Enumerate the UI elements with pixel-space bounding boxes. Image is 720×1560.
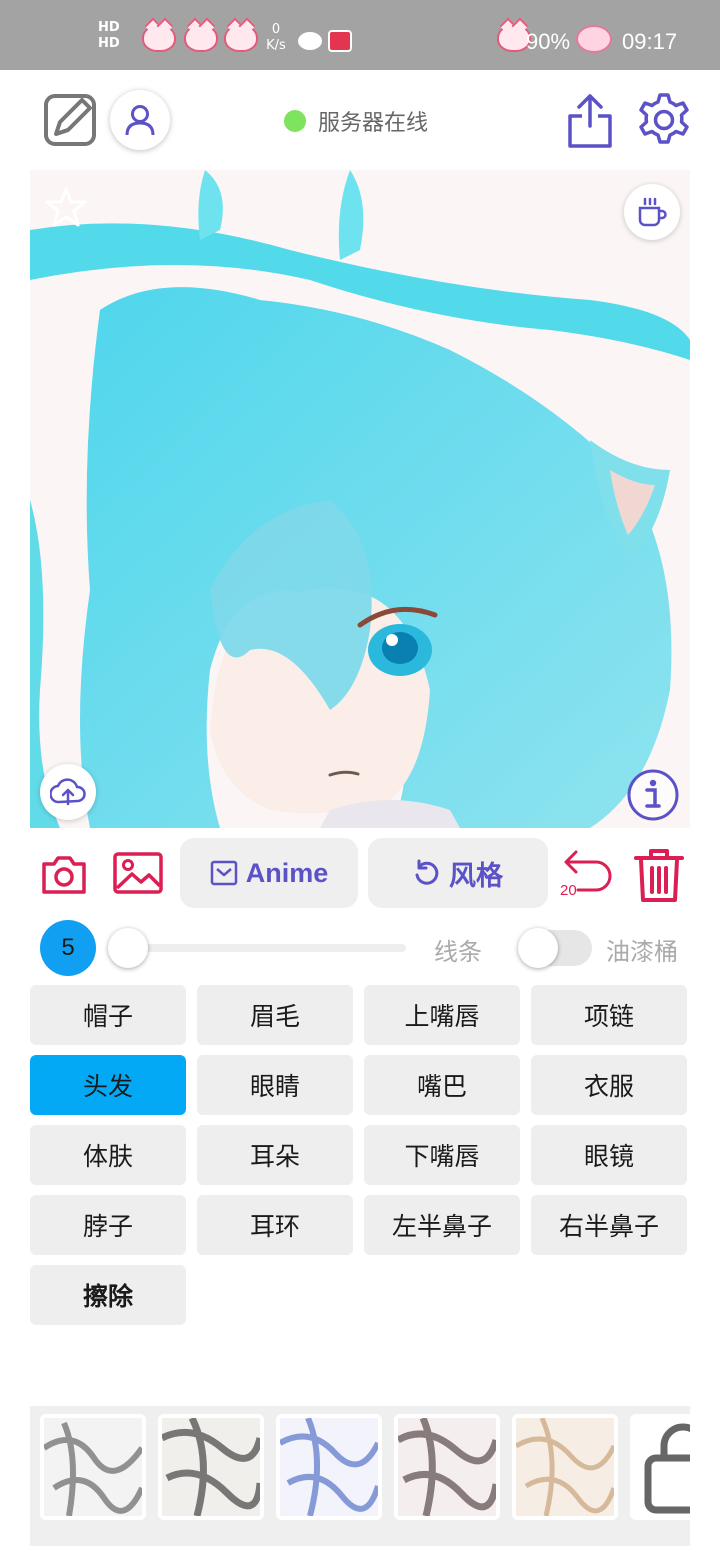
gallery-image-icon[interactable] xyxy=(112,850,164,896)
settings-gear-icon[interactable] xyxy=(636,92,692,148)
brush-settings-row: 5 线条 油漆桶 xyxy=(0,918,720,978)
mail-icon xyxy=(210,860,237,886)
hd-label-1: HD xyxy=(98,20,120,35)
message-icon xyxy=(298,32,322,50)
anime-mode-label: Anime xyxy=(245,857,329,888)
style-button[interactable]: 风格 xyxy=(368,838,548,908)
user-button[interactable] xyxy=(110,90,170,150)
part-chip[interactable]: 左半鼻子 xyxy=(364,1195,520,1255)
locked-style-thumbnail[interactable] xyxy=(630,1414,690,1520)
network-speed: 0 K/s xyxy=(262,22,290,54)
coffee-cup-icon xyxy=(638,197,667,227)
edit-icon[interactable] xyxy=(42,92,98,148)
part-chip[interactable]: 帽子 xyxy=(30,985,186,1045)
anime-mode-button[interactable]: Anime xyxy=(180,838,358,908)
part-chip[interactable]: 眉毛 xyxy=(197,985,353,1045)
upload-cloud-button[interactable] xyxy=(40,764,96,820)
lock-icon xyxy=(644,1423,690,1514)
part-chip[interactable]: 下嘴唇 xyxy=(364,1125,520,1185)
info-icon[interactable] xyxy=(626,768,680,822)
style-thumbnail[interactable] xyxy=(40,1414,146,1520)
style-thumbnail[interactable] xyxy=(512,1414,618,1520)
part-chip[interactable]: 嘴巴 xyxy=(364,1055,520,1115)
brush-size-slider[interactable] xyxy=(110,944,406,952)
part-chip[interactable]: 耳环 xyxy=(197,1195,353,1255)
anime-portrait-image xyxy=(30,170,690,828)
battery-level: 90% xyxy=(526,29,571,54)
style-label: 风格 xyxy=(449,860,503,891)
cat-notification-icon xyxy=(142,24,176,52)
part-chip[interactable]: 耳朵 xyxy=(197,1125,353,1185)
brush-size-badge: 5 xyxy=(40,920,96,976)
fill-mode-switch-thumb[interactable] xyxy=(518,928,558,968)
server-status-text: 服务器在线 xyxy=(318,111,429,136)
action-row: Anime 风格 20 xyxy=(0,838,720,910)
part-chip[interactable]: 眼睛 xyxy=(197,1055,353,1115)
status-dot xyxy=(284,110,306,132)
part-chip[interactable]: 脖子 xyxy=(30,1195,186,1255)
undo-count: 20 xyxy=(560,882,577,899)
trash-icon[interactable] xyxy=(632,846,686,904)
part-chip[interactable]: 项链 xyxy=(531,985,687,1045)
camera-icon[interactable] xyxy=(40,852,88,896)
style-thumbnail-strip[interactable] xyxy=(30,1406,690,1546)
lines-mode-label: 线条 xyxy=(434,938,482,966)
part-chip[interactable]: 右半鼻子 xyxy=(531,1195,687,1255)
brush-size-slider-thumb[interactable] xyxy=(108,928,148,968)
part-chip[interactable]: 眼镜 xyxy=(531,1125,687,1185)
user-icon xyxy=(125,105,155,136)
refresh-icon xyxy=(415,859,439,885)
style-thumbnail[interactable] xyxy=(394,1414,500,1520)
erase-button[interactable]: 擦除 xyxy=(30,1265,186,1325)
cat-notification-icon xyxy=(224,24,258,52)
part-chip[interactable]: 衣服 xyxy=(531,1055,687,1115)
share-icon[interactable] xyxy=(566,92,614,148)
coffee-cup-button[interactable] xyxy=(624,184,680,240)
clock: 09:17 xyxy=(622,29,678,54)
network-speed-value: 0 xyxy=(271,22,281,37)
hd-indicator: HD HD xyxy=(98,20,120,52)
part-chip[interactable]: 上嘴唇 xyxy=(364,985,520,1045)
style-thumbnail[interactable] xyxy=(158,1414,264,1520)
generated-image-canvas[interactable] xyxy=(30,170,690,828)
part-chip[interactable]: 体肤 xyxy=(30,1125,186,1185)
hd-label-2: HD xyxy=(98,36,120,51)
pig-icon xyxy=(576,25,612,53)
undo-button[interactable]: 20 xyxy=(556,848,616,900)
bucket-mode-label: 油漆桶 xyxy=(606,938,678,966)
server-status: 服务器在线 xyxy=(284,106,428,136)
cloud-upload-icon xyxy=(50,778,86,806)
status-bar: HD HD 0 K/s 90% 09:17 xyxy=(0,0,720,70)
network-speed-unit: K/s xyxy=(266,38,286,53)
favorite-star-icon[interactable] xyxy=(44,186,88,230)
top-toolbar: 服务器在线 xyxy=(0,70,720,170)
part-chip-selected[interactable]: 头发 xyxy=(30,1055,186,1115)
style-thumbnail[interactable] xyxy=(276,1414,382,1520)
cat-notification-icon xyxy=(184,24,218,52)
book-app-icon xyxy=(328,30,352,52)
